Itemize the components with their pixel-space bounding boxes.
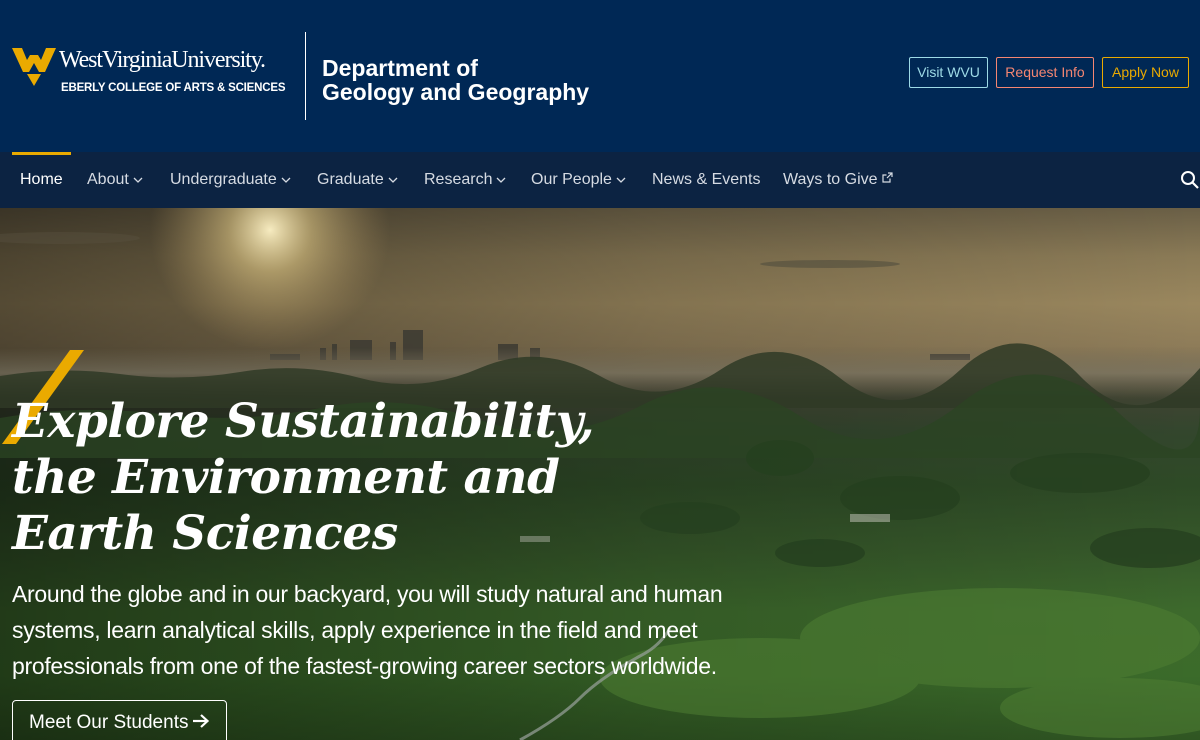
nav-item-label: Home (20, 171, 63, 188)
visit-wvu-button[interactable]: Visit WVU (909, 57, 988, 88)
hero-title-line2: the Environment and (12, 450, 560, 505)
department-title-line1: Department of (322, 55, 478, 81)
nav-item-our-people[interactable]: Our People (531, 152, 627, 208)
department-title-line2: Geology and Geography (322, 79, 590, 105)
header-divider (305, 32, 306, 120)
nav-item-label: News & Events (652, 171, 761, 188)
nav-item-home[interactable]: Home (12, 152, 71, 208)
chevron-down-icon (388, 177, 398, 183)
nav-item-label: Ways to Give (783, 171, 878, 188)
nav-item-label: Our People (531, 171, 612, 188)
university-wordmark: WestVirginiaUniversity. (59, 47, 266, 73)
nav-item-undergraduate[interactable]: Undergraduate (170, 152, 292, 208)
external-link-icon (881, 172, 893, 183)
nav-item-label: Graduate (317, 171, 384, 188)
apply-now-button[interactable]: Apply Now (1102, 57, 1189, 88)
nav-item-news-events[interactable]: News & Events (652, 152, 760, 208)
hero-description: Around the globe and in our backyard, yo… (12, 581, 723, 679)
main-navigation: Home About Undergraduate Graduate Resear… (0, 152, 1200, 208)
wvu-logo[interactable]: WestVirginiaUniversity. EBERLY COLLEGE O… (12, 44, 302, 100)
chevron-down-icon (616, 177, 626, 183)
arrow-right-icon (193, 714, 210, 728)
hero-title-line3: Earth Sciences (12, 506, 398, 561)
nav-item-about[interactable]: About (87, 152, 144, 208)
hero-title-line1: Explore Sustainability, (12, 394, 594, 449)
flying-wv-icon (12, 48, 56, 86)
nav-item-label: Research (424, 171, 493, 188)
nav-item-label: Undergraduate (170, 171, 277, 188)
nav-item-research[interactable]: Research (424, 152, 507, 208)
department-title[interactable]: Department of Geology and Geography (322, 56, 652, 104)
site-header: WestVirginiaUniversity. EBERLY COLLEGE O… (0, 0, 1200, 152)
search-icon[interactable] (1180, 170, 1200, 190)
hero-banner: Explore Sustainability, the Environment … (0, 208, 1200, 740)
meet-our-students-label: Meet Our Students (29, 712, 189, 733)
college-name: EBERLY COLLEGE OF ARTS & SCIENCES (61, 82, 286, 94)
nav-item-label: About (87, 171, 129, 188)
nav-item-ways-to-give[interactable]: Ways to Give (783, 152, 893, 208)
request-info-button[interactable]: Request Info (996, 57, 1094, 88)
chevron-down-icon (133, 177, 143, 183)
chevron-down-icon (497, 177, 506, 183)
meet-our-students-button[interactable]: Meet Our Students (12, 700, 228, 740)
nav-item-graduate[interactable]: Graduate (317, 152, 399, 208)
chevron-down-icon (281, 177, 291, 183)
hero-title: Explore Sustainability, the Environment … (12, 394, 712, 562)
